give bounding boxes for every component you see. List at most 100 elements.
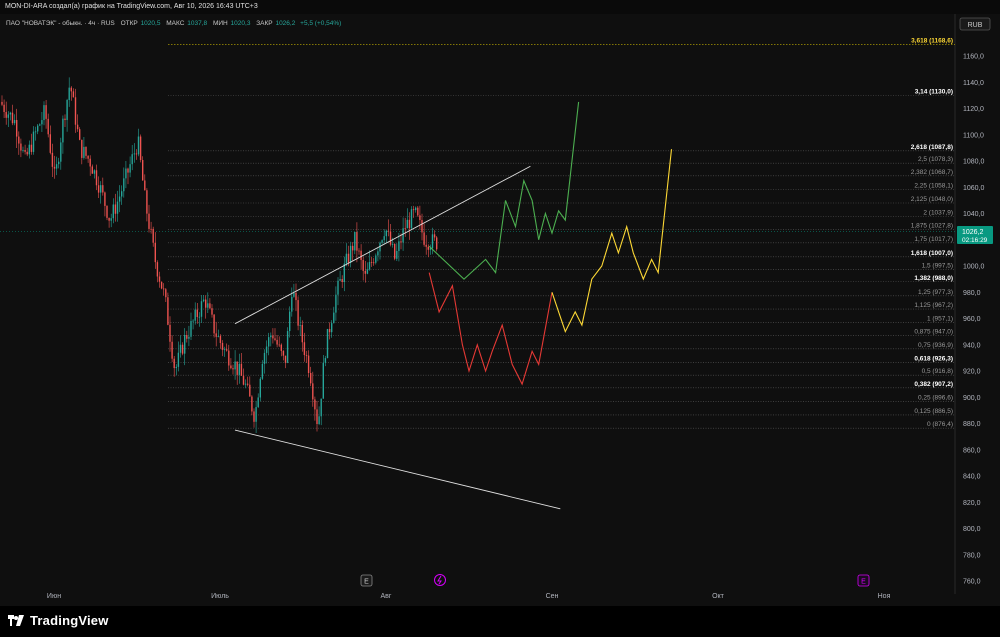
candle-body — [190, 321, 192, 337]
candle-body — [247, 383, 249, 385]
candle-body — [28, 144, 30, 155]
candle-body — [253, 411, 255, 422]
candle-body — [303, 342, 306, 356]
y-tick-label: 840,0 — [963, 474, 981, 481]
candle-body — [9, 112, 12, 115]
currency-button[interactable]: RUB — [959, 17, 991, 31]
candle-body — [47, 118, 49, 135]
candle-body — [221, 342, 224, 350]
candle-body — [177, 352, 180, 367]
candle-body — [320, 398, 322, 417]
candle-body — [175, 366, 177, 369]
candle-body — [76, 124, 79, 130]
candle-body — [169, 324, 171, 342]
candle-body — [354, 232, 356, 251]
candle-body — [230, 365, 232, 369]
candle-body — [32, 131, 35, 152]
candle-body — [291, 296, 293, 312]
candle-body — [7, 114, 9, 118]
y-tick-label: 1160,0 — [963, 54, 984, 61]
candle-up — [410, 206, 413, 229]
candle-body — [370, 262, 373, 263]
candle-body — [383, 236, 385, 241]
candle-body — [108, 217, 110, 221]
candle-body — [425, 244, 427, 247]
candle-body — [223, 349, 226, 351]
candle-body — [163, 288, 165, 290]
candle-body — [158, 276, 161, 282]
candle-body — [318, 416, 320, 425]
candle-body — [192, 320, 194, 322]
candle-body — [135, 153, 138, 155]
candle-body — [286, 331, 289, 363]
candle-body — [95, 170, 98, 186]
y-tick-label: 760,0 — [963, 579, 981, 586]
candle-body — [91, 166, 93, 174]
candle-body — [165, 289, 167, 298]
candle-body — [146, 190, 148, 214]
candle-body — [341, 279, 343, 282]
tradingview-logo[interactable]: TradingView — [8, 613, 109, 628]
x-tick-label: Июн — [47, 593, 61, 600]
fib-level-label: 2 (1037,9) — [923, 209, 953, 216]
fib-level-label: 1,75 (1017,7) — [914, 236, 953, 243]
candle-body — [34, 131, 37, 133]
candle-body — [93, 170, 96, 174]
candle-body — [257, 397, 259, 408]
candle-body — [211, 308, 213, 315]
candle-body — [402, 228, 404, 243]
fib-level-label: 0,618 (926,3) — [914, 356, 953, 363]
candle-body — [333, 312, 335, 324]
candle-body — [26, 151, 28, 155]
candle-body — [345, 253, 348, 264]
candle-body — [131, 154, 133, 165]
candle-body — [186, 335, 188, 339]
candle-body — [22, 149, 24, 151]
candle-body — [154, 242, 156, 263]
candle-body — [316, 409, 318, 425]
fib-level-label: 0,125 (886,5) — [914, 408, 953, 415]
svg-text:E: E — [861, 579, 866, 586]
y-tick-label: 1120,0 — [963, 106, 984, 113]
candle-body — [251, 396, 253, 412]
candle-down — [167, 292, 169, 326]
candle-body — [200, 301, 203, 317]
earnings-button-right[interactable]: E — [857, 574, 870, 587]
candle-body — [261, 363, 264, 379]
candle-body — [343, 263, 345, 282]
candle-body — [410, 209, 413, 229]
candle-body — [1, 101, 3, 105]
candle-body — [314, 399, 316, 410]
candle-body — [160, 281, 163, 289]
fib-level-label: 0,875 (947,0) — [914, 329, 953, 336]
candle-body — [297, 300, 299, 326]
candle-body — [352, 245, 354, 251]
candle-body — [125, 168, 127, 179]
candle-body — [381, 240, 383, 243]
candle-body — [60, 142, 62, 162]
candle-body — [259, 378, 261, 398]
candle-body — [408, 219, 411, 229]
candle-body — [81, 139, 83, 158]
candle-down — [297, 296, 299, 331]
candle-body — [68, 87, 70, 100]
fib-level-label: 0 (876,4) — [927, 421, 953, 428]
candle-up — [286, 327, 289, 364]
candle-body — [152, 228, 154, 243]
candle-body — [299, 324, 301, 326]
y-tick-label: 1040,0 — [963, 211, 985, 218]
earnings-button-left[interactable]: E — [360, 574, 373, 587]
candle-body — [219, 336, 222, 343]
candle-body — [43, 105, 45, 121]
candle-body — [276, 339, 278, 345]
candle-body — [226, 349, 228, 351]
candle-body — [217, 336, 219, 337]
candle-body — [209, 303, 211, 309]
price-chart[interactable]: ПАО "НОВАТЭК" - обыкн. · 4ч · RUS ОТКР 1… — [0, 14, 1000, 606]
chart-title: MON-DI-ARA создал(а) график на TradingVi… — [5, 3, 258, 10]
candle-body — [268, 337, 270, 347]
candle-body — [53, 166, 56, 169]
candle-body — [49, 134, 51, 153]
x-tick-label: Сен — [546, 593, 559, 600]
fib-level-label: 3,14 (1130,0) — [915, 88, 953, 95]
